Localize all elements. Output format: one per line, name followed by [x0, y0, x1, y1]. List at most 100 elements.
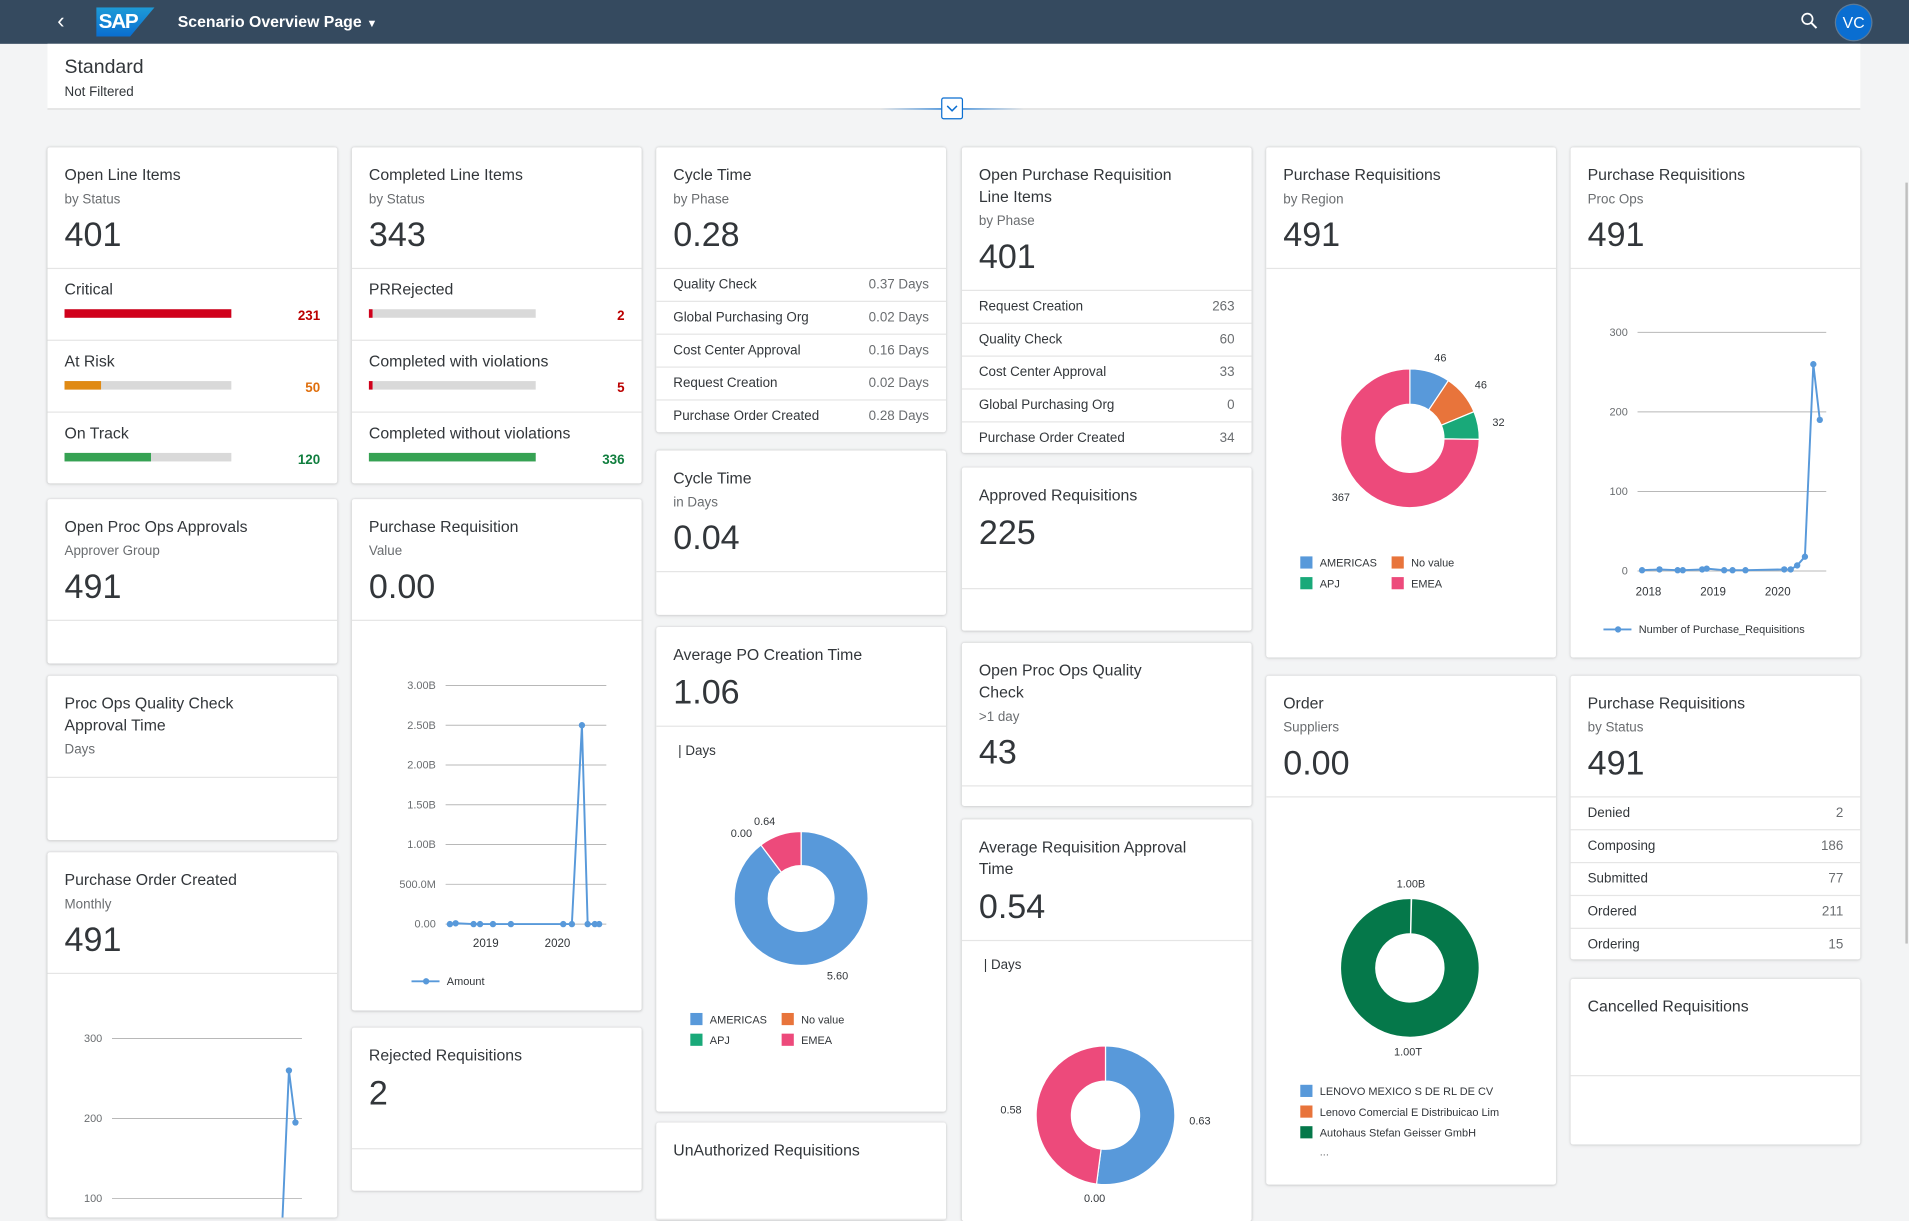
card-header[interactable]: Proc Ops Quality Check Approval Time Days — [47, 676, 338, 778]
card-header[interactable]: Purchase Requisitions by Status 491 — [1570, 676, 1861, 798]
legend-label[interactable]: AMERICAS — [710, 1014, 767, 1026]
card-average-po-creation-time[interactable]: Average PO Creation Time 1.06 | Days 5.60 0.… — [656, 627, 946, 1112]
data-point[interactable] — [1656, 566, 1663, 573]
card-approved-requisitions[interactable]: Approved Requisitions 225 — [961, 467, 1252, 631]
legend-label[interactable]: APJ — [710, 1035, 730, 1047]
list-item[interactable]: Quality Check 60 — [961, 324, 1252, 357]
card-purchase-requisitions-by-status[interactable]: Purchase Requisitions by Status 491 Denied 2… — [1570, 675, 1861, 960]
list-item[interactable]: Purchase Order Created 34 — [962, 422, 1252, 452]
sap-logo[interactable]: SAP — [96, 7, 155, 37]
data-point[interactable] — [1703, 565, 1710, 572]
legend-label[interactable]: EMEA — [1411, 578, 1443, 590]
card-rejected-requisitions[interactable]: Rejected Requisitions 2 — [351, 1027, 642, 1191]
list-item[interactable]: Denied 2 — [1570, 797, 1861, 831]
data-point[interactable] — [595, 920, 603, 928]
data-point[interactable] — [285, 1067, 293, 1074]
avatar[interactable]: VC — [1835, 4, 1872, 41]
data-point[interactable] — [584, 920, 591, 928]
donut-slice[interactable] — [1035, 1045, 1107, 1185]
card-header[interactable]: Open Proc Ops Quality Check >1 day 43 — [961, 643, 1252, 787]
card-order-suppliers[interactable]: Order Suppliers 0.00 1.00B 1.00T LENOVO MEXIC… — [1266, 675, 1556, 1185]
legend-label[interactable]: No value — [1411, 558, 1454, 570]
card-header[interactable]: Cycle Time by Phase 0.28 — [656, 147, 946, 270]
data-point[interactable] — [1801, 553, 1809, 560]
data-point[interactable] — [1794, 562, 1801, 569]
list-item[interactable]: Global Purchasing Org 0.02 Days — [656, 302, 946, 335]
data-point[interactable] — [1781, 566, 1788, 573]
expand-filter-button[interactable] — [941, 97, 964, 120]
data-point[interactable] — [1729, 567, 1736, 574]
legend-label[interactable]: Autohaus Stefan Geisser GmbH — [1320, 1128, 1476, 1140]
card-average-requisition-approval-time[interactable]: Average Requisition Approval Time 0.54 | D… — [961, 819, 1252, 1221]
card-purchase-requisitions-proc-ops[interactable]: Purchase Requisitions Proc Ops 491 0 100 200 3… — [1570, 147, 1861, 658]
data-point[interactable] — [1679, 567, 1686, 574]
card-open-proc-ops-approvals[interactable]: Open Proc Ops Approvals Approver Group 491 — [47, 499, 338, 664]
card-completed-line-items[interactable]: Completed Line Items by Status 343 PRReject… — [351, 147, 642, 484]
card-proc-ops-quality-check-approval-time[interactable]: Proc Ops Quality Check Approval Time Days — [47, 675, 338, 841]
list-item[interactable]: Cost Center Approval 33 — [961, 357, 1252, 390]
legend-label[interactable]: Lenovo Comercial E Distribuicao Lim — [1320, 1107, 1499, 1119]
status-row[interactable]: At Risk 50 — [47, 341, 338, 413]
card-open-purchase-requisition-line-items[interactable]: Open Purchase Requisition Line Items by P… — [961, 147, 1252, 453]
status-row[interactable]: On Track 120 — [47, 413, 337, 484]
status-row[interactable]: Completed with violations 5 — [351, 341, 642, 413]
variant-name[interactable]: Standard — [65, 57, 144, 79]
legend-more[interactable]: ... — [1320, 1146, 1329, 1158]
legend-label[interactable]: AMERICAS — [1320, 558, 1377, 570]
data-point[interactable] — [560, 920, 567, 928]
list-item[interactable]: Composing 186 — [1570, 830, 1861, 864]
list-item[interactable]: Global Purchasing Org 0 — [961, 390, 1252, 423]
card-cycle-time-by-phase[interactable]: Cycle Time by Phase 0.28 Quality Check 0.37 … — [656, 147, 946, 433]
legend-label[interactable]: No value — [801, 1014, 844, 1026]
legend-label[interactable]: APJ — [1320, 578, 1340, 590]
card-open-proc-ops-quality-check[interactable]: Open Proc Ops Quality Check >1 day 43 — [961, 642, 1252, 806]
data-point[interactable] — [578, 722, 586, 729]
legend-label[interactable]: LENOVO MEXICO S DE RL DE CV — [1320, 1086, 1494, 1098]
list-item[interactable]: Cost Center Approval 0.16 Days — [656, 335, 946, 368]
donut-slice[interactable] — [1095, 1045, 1176, 1186]
card-header[interactable]: Completed Line Items by Status 343 — [351, 147, 642, 270]
card-purchase-order-created[interactable]: Purchase Order Created Monthly 491 100 200 30… — [47, 852, 338, 1218]
data-point[interactable] — [452, 920, 459, 927]
status-row[interactable]: Critical 231 — [47, 269, 338, 341]
list-item[interactable]: Purchase Order Created 0.28 Days — [656, 401, 946, 433]
data-point[interactable] — [476, 920, 484, 928]
card-purchase-requisition-value[interactable]: Purchase Requisition Value 0.00 0.00 500.0M 1… — [351, 499, 642, 1011]
status-row[interactable]: Completed without violations 336 — [352, 413, 642, 484]
data-point[interactable] — [1742, 567, 1749, 574]
chevron-left-icon[interactable]: ‹ — [57, 10, 64, 32]
app-title-menu[interactable]: Scenario Overview Page ▼ — [178, 12, 378, 30]
list-item[interactable]: Request Creation 0.02 Days — [656, 368, 946, 401]
card-purchase-requisitions-by-region[interactable]: Purchase Requisitions by Region 491 46 46 32 3… — [1266, 147, 1556, 658]
data-point[interactable] — [507, 920, 515, 928]
card-unauthorized-requisitions[interactable]: UnAuthorized Requisitions — [656, 1122, 946, 1220]
data-point[interactable] — [489, 920, 497, 928]
card-header[interactable]: Open Proc Ops Approvals Approver Group 491 — [47, 499, 338, 621]
card-cycle-time-in-days[interactable]: Cycle Time in Days 0.04 — [656, 450, 946, 615]
card-open-line-items[interactable]: Open Line Items by Status 401 Critical 231 At… — [47, 147, 338, 484]
data-point[interactable] — [1720, 567, 1728, 574]
card-header[interactable]: Approved Requisitions 225 — [961, 468, 1252, 590]
donut-slice[interactable] — [1339, 897, 1480, 1038]
data-point[interactable] — [568, 920, 576, 928]
list-item[interactable]: Ordering 15 — [1571, 929, 1861, 959]
data-point[interactable] — [1810, 361, 1817, 368]
data-point[interactable] — [292, 1119, 299, 1126]
data-point[interactable] — [470, 920, 477, 928]
list-item[interactable]: Ordered 211 — [1570, 896, 1861, 929]
status-row[interactable]: PRRejected 2 — [351, 269, 642, 341]
card-header[interactable]: Open Line Items by Status 401 — [47, 147, 338, 270]
card-header[interactable]: Open Purchase Requisition Line Items by P… — [961, 147, 1252, 291]
search-icon[interactable] — [1801, 12, 1818, 29]
data-point[interactable] — [1638, 567, 1646, 574]
card-header[interactable]: UnAuthorized Requisitions — [656, 1123, 946, 1220]
legend-label[interactable]: EMEA — [801, 1035, 833, 1047]
card-header[interactable]: Cancelled Requisitions — [1570, 979, 1861, 1077]
card-header[interactable]: Cycle Time in Days 0.04 — [656, 450, 946, 573]
list-item[interactable]: Submitted 77 — [1570, 863, 1861, 897]
list-item[interactable]: Request Creation 263 — [961, 291, 1252, 324]
scrollbar[interactable] — [1905, 182, 1908, 944]
card-header[interactable]: Rejected Requisitions 2 — [351, 1028, 642, 1150]
card-cancelled-requisitions[interactable]: Cancelled Requisitions — [1570, 978, 1861, 1145]
data-point[interactable] — [446, 920, 454, 928]
